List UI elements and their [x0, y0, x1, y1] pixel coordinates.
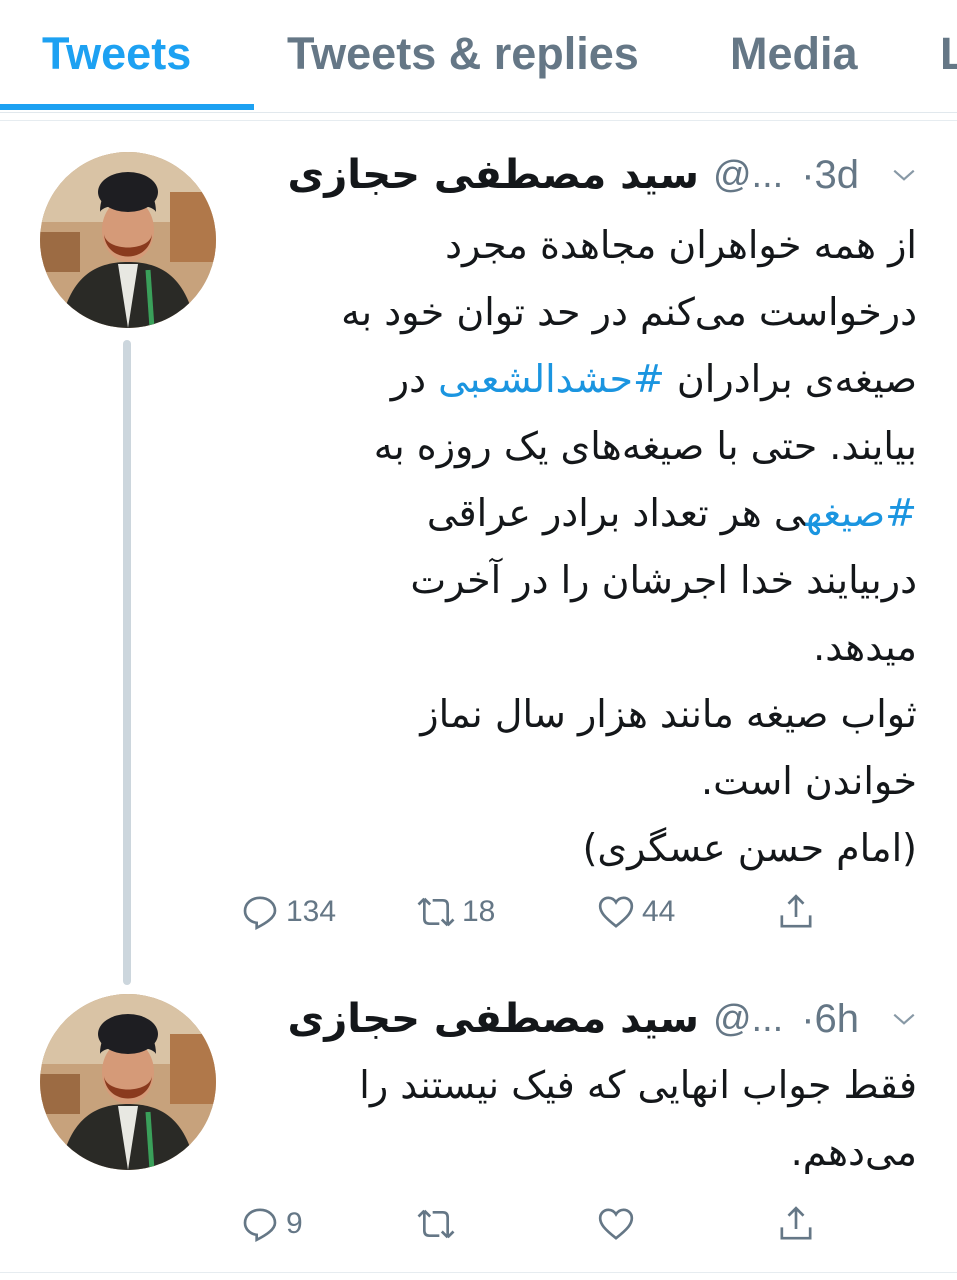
reply-count: 9 — [286, 1207, 303, 1240]
author-handle[interactable]: @... — [713, 998, 783, 1041]
divider — [0, 120, 957, 121]
tweet-timestamp[interactable]: ·6h — [801, 997, 859, 1042]
retweet-count: 18 — [462, 895, 496, 928]
heart-icon — [598, 896, 634, 928]
reply-icon — [243, 1208, 277, 1242]
tab-likes[interactable]: L — [940, 28, 957, 80]
retweet-icon — [417, 897, 455, 927]
profile-tabs: Tweets Tweets & replies Media L — [0, 0, 957, 113]
author-name[interactable]: سید مصطفی حجازی — [288, 152, 699, 198]
retweet-button[interactable]: 18 — [416, 892, 495, 932]
reply-button[interactable]: 9 — [240, 1204, 303, 1244]
active-tab-indicator — [0, 104, 254, 110]
hashtag-link[interactable]: #حشدالشعبی — [438, 357, 665, 401]
reply-icon — [243, 896, 277, 930]
reply-button[interactable]: 134 — [240, 892, 336, 932]
tab-tweets[interactable]: Tweets — [42, 28, 191, 80]
author-handle[interactable]: @... — [713, 154, 783, 197]
thread-connector — [123, 340, 131, 985]
avatar-photo — [40, 152, 216, 328]
chevron-down-icon[interactable] — [891, 1006, 917, 1032]
share-icon — [780, 1206, 812, 1240]
tweet-text-part: ی هر تعداد برادر عراقی دربیایند خدا اجرش… — [410, 491, 917, 870]
tweet-text: از همه خواهران مجاهدة مجرد درخواست می‌کن… — [277, 212, 917, 882]
retweet-button[interactable] — [416, 1204, 462, 1244]
like-count: 44 — [642, 895, 676, 928]
tweet-header: سید مصطفی حجازی @... ·3d — [288, 150, 917, 200]
avatar[interactable] — [40, 152, 216, 328]
tweet-actions: 134 18 44 — [236, 892, 836, 942]
tweet-actions: 9 — [236, 1204, 836, 1254]
like-button[interactable] — [596, 1204, 642, 1244]
heart-icon — [598, 1208, 634, 1240]
chevron-down-icon[interactable] — [891, 162, 917, 188]
divider — [0, 1272, 957, 1273]
tweet-header: سید مصطفی حجازی @... ·6h — [288, 994, 917, 1044]
avatar[interactable] — [40, 994, 216, 1170]
retweet-icon — [417, 1209, 455, 1239]
hashtag-link[interactable]: #صیغه — [806, 491, 917, 535]
tab-media[interactable]: Media — [730, 28, 858, 80]
avatar-photo — [40, 994, 216, 1170]
author-name[interactable]: سید مصطفی حجازی — [288, 996, 699, 1042]
share-button[interactable] — [776, 892, 816, 932]
share-button[interactable] — [776, 1204, 816, 1244]
tweet-timestamp[interactable]: ·3d — [801, 153, 859, 198]
share-icon — [780, 894, 812, 928]
tab-tweets-and-replies[interactable]: Tweets & replies — [287, 28, 639, 80]
tweet-text: فقط جواب انهایی که فیک نیستند را می‌دهم. — [359, 1063, 917, 1174]
reply-count: 134 — [286, 895, 337, 928]
like-button[interactable]: 44 — [596, 892, 675, 932]
